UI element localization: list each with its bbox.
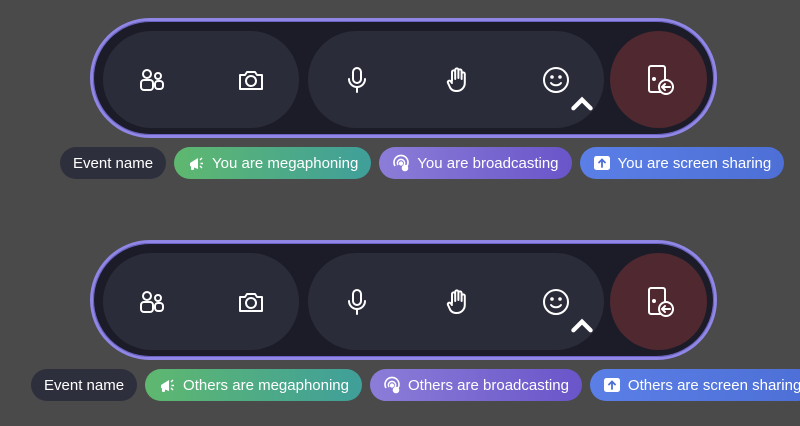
megaphoning-label: You are megaphoning (212, 154, 359, 172)
event-name-chip: Event name (31, 369, 138, 401)
reactions-button[interactable] (507, 31, 604, 128)
camera-button[interactable] (202, 253, 299, 350)
share-screen-icon (603, 376, 621, 394)
chevron-up-icon[interactable] (567, 89, 597, 119)
screen-sharing-label: You are screen sharing (617, 154, 772, 172)
megaphoning-chip: Others are megaphoning (145, 369, 362, 401)
leave-icon (647, 64, 674, 95)
event-name-label: Event name (73, 154, 154, 172)
camera-icon (238, 70, 263, 90)
broadcast-icon (383, 376, 401, 394)
event-name-chip: Event name (60, 147, 167, 179)
emoji-icon (542, 288, 569, 315)
emoji-icon (542, 66, 569, 93)
broadcasting-chip: Others are broadcasting (369, 369, 582, 401)
leave-button[interactable] (610, 31, 707, 128)
microphone-button[interactable] (308, 31, 405, 128)
call-toolbar-you (90, 18, 717, 138)
broadcasting-chip: You are broadcasting (379, 147, 572, 179)
call-toolbar-others (90, 240, 717, 360)
event-name-label: Event name (44, 376, 125, 394)
broadcast-icon (392, 154, 410, 172)
controls-group (308, 31, 604, 128)
controls-group (308, 253, 604, 350)
megaphone-icon (158, 376, 176, 394)
leave-button[interactable] (610, 253, 707, 350)
raise-hand-icon (446, 66, 466, 92)
screen-sharing-chip: Others are screen sharing (589, 369, 800, 401)
microphone-icon (347, 288, 366, 315)
raise-hand-button[interactable] (408, 31, 505, 128)
status-chips-others: Event name Others are megaphoning Others… (31, 369, 800, 401)
microphone-button[interactable] (308, 253, 405, 350)
megaphoning-chip: You are megaphoning (174, 147, 372, 179)
status-chips-you: Event name You are megaphoning You are b… (60, 147, 792, 179)
camera-button[interactable] (202, 31, 299, 128)
megaphoning-label: Others are megaphoning (183, 376, 349, 394)
screen-sharing-label: Others are screen sharing (627, 376, 800, 394)
megaphone-icon (187, 154, 205, 172)
broadcasting-label: Others are broadcasting (407, 376, 569, 394)
raise-hand-icon (446, 288, 466, 314)
share-screen-icon (593, 154, 611, 172)
people-button[interactable] (103, 253, 200, 350)
screen-sharing-chip: You are screen sharing (579, 147, 785, 179)
media-group (103, 253, 299, 350)
people-icon (139, 68, 164, 91)
media-group (103, 31, 299, 128)
people-icon (139, 290, 164, 313)
people-button[interactable] (103, 31, 200, 128)
microphone-icon (347, 66, 366, 93)
reactions-button[interactable] (507, 253, 604, 350)
leave-icon (647, 286, 674, 317)
raise-hand-button[interactable] (408, 253, 505, 350)
broadcasting-label: You are broadcasting (417, 154, 559, 172)
chevron-up-icon[interactable] (567, 311, 597, 341)
camera-icon (238, 292, 263, 312)
